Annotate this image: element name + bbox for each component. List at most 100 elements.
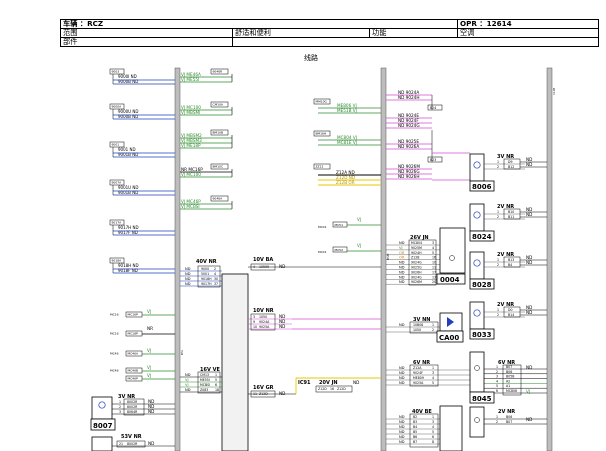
pin-label: B4 [508, 263, 512, 267]
pin-label: 8002R [127, 405, 138, 409]
pin-signal: ND [399, 371, 405, 375]
pin-label: 9025M [411, 246, 422, 250]
pin-label: B07 [506, 420, 512, 424]
bus-right [546, 67, 553, 451]
tag-label: MC01 [318, 225, 327, 229]
pin-label: 9000 [201, 267, 209, 271]
pin-signal: ND [399, 266, 405, 270]
pin-signal: OR [399, 256, 405, 260]
pin-number: 3 [253, 315, 255, 319]
nd-label: ND [526, 310, 532, 315]
pin-label: 9024F [413, 371, 423, 375]
pin-label: ME809 [413, 376, 424, 380]
pin-label: 8064R [127, 410, 138, 414]
pin-label: 9024G [411, 261, 422, 265]
pin-signal: ND [185, 267, 191, 271]
connector-title: 10V NR [253, 308, 274, 314]
tag-label: MC18P [128, 332, 139, 336]
module-id: CA00 [439, 334, 459, 342]
module-box [469, 203, 485, 232]
signal-label: VJ ME18P [181, 143, 201, 148]
connector-title: 16V GR [253, 385, 274, 391]
pin-number: 4 [432, 246, 434, 250]
pin-label: 9026M [411, 280, 422, 284]
pin-label: 8002R [127, 442, 138, 446]
pin-label: 10B08 [413, 323, 423, 327]
pin-number: 2 [497, 313, 499, 317]
connector-title: 40V NR [196, 259, 217, 265]
pin-number: 2 [496, 420, 498, 424]
bus-left [174, 67, 181, 451]
pin-label: B14 [508, 313, 514, 317]
pin-label: Z083 [200, 388, 208, 392]
signal-label: VJ MBSMI [181, 110, 200, 115]
pin-number: 17 [432, 270, 436, 274]
pin-label: B10 [508, 210, 514, 214]
pin-label: B4 [413, 425, 417, 429]
bus-label: CLIM [552, 87, 556, 95]
nd-label: ND [148, 441, 154, 446]
pin-number: 30 [214, 277, 218, 281]
tag-label: B24 [430, 106, 436, 110]
tag-label: 9046A [213, 197, 224, 201]
pin-number: 11 [432, 266, 436, 270]
pin-label: B07 [506, 365, 512, 369]
nd-label: ND 9024G [398, 123, 420, 128]
pin-number: 8 [432, 440, 434, 444]
module-id: 8007 [93, 422, 113, 430]
pin-label: CM13 [200, 373, 209, 377]
pin-label: D9 [508, 160, 512, 164]
pin-number: 2 [497, 165, 499, 169]
pin-number: 10 [432, 261, 436, 265]
pin-number: 18 [215, 388, 219, 392]
tag-label: BM10C [213, 165, 224, 169]
pin-number: 1 [497, 160, 499, 164]
pin-number: 4 [432, 376, 434, 380]
signal-label: VJ [357, 243, 361, 248]
nd-label: ND [526, 365, 532, 370]
pin-signal: ND [399, 425, 405, 429]
pin-signal: VJ [185, 378, 189, 382]
pin-number: 5 [215, 378, 217, 382]
pin-number: 21 [119, 442, 123, 446]
pin-label: Z12D [318, 387, 327, 391]
pin-label: A1 [506, 384, 510, 388]
module-box [91, 436, 113, 451]
pin-signal: ND [399, 376, 405, 380]
module-box [469, 153, 485, 182]
module-box [469, 351, 485, 393]
pin-number: 2 [496, 370, 498, 374]
signal-label: NR [147, 326, 153, 331]
signal-label: VJ MCBSI [181, 204, 200, 209]
pin-label: B3 [413, 420, 417, 424]
pin-label: 9024G [411, 275, 422, 279]
tag-label: ZZ12 [316, 165, 324, 169]
pin-number: 9 [253, 320, 255, 324]
tag-label: BM16H [316, 132, 327, 136]
pin-signal: ND [399, 420, 405, 424]
tag-label: MC16P [128, 313, 139, 317]
nd-label: ND 9026A [398, 144, 419, 149]
pin-number: 2 [119, 405, 121, 409]
tag-label: BM10B [213, 131, 224, 135]
pin-number: 2 [497, 263, 499, 267]
pin-signal: ND [185, 373, 191, 377]
pin-number: 1 [497, 210, 499, 214]
pin-number: 1 [496, 365, 498, 369]
pin-signal: ND [185, 277, 191, 281]
signal-label: VJ [147, 365, 151, 370]
pin-label: B11 [508, 215, 514, 219]
pin-label: A2 [506, 379, 510, 383]
pin-label: B5 [413, 430, 417, 434]
tag-label: MC46 [110, 369, 119, 373]
pin-number: 3 [496, 375, 498, 379]
pin-number: 3 [432, 241, 434, 245]
pin-signal: ND [399, 270, 405, 274]
pin-label: 9025A [413, 381, 424, 385]
pin-number: 1 [215, 373, 217, 377]
pin-number: 1 [119, 400, 121, 404]
pin-number: 4 [496, 379, 498, 383]
pin-signal: ND [399, 381, 405, 385]
nd-label: ND [353, 380, 359, 385]
pin-number: 5 [432, 251, 434, 255]
